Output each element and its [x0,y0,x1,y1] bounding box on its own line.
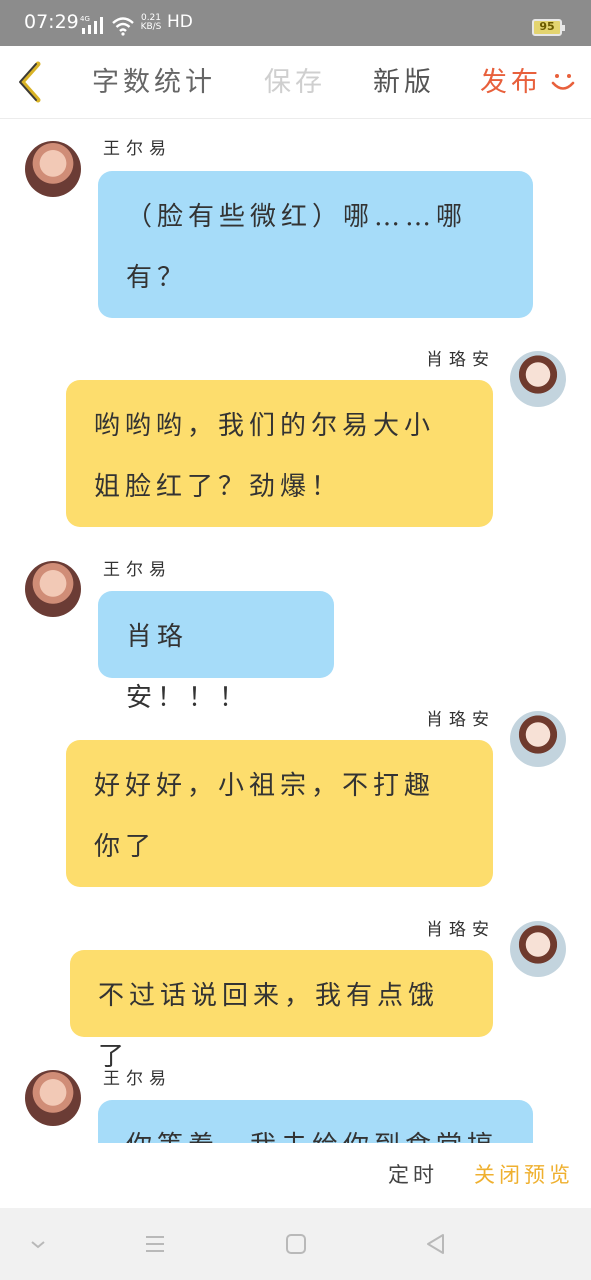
battery-level: 95 [539,20,555,33]
sender-name: 王尔易 [103,560,172,580]
publish-button[interactable]: 发布 [480,60,542,99]
sender-name: 肖珞安 [426,350,495,370]
save-button[interactable]: 保存 [264,60,326,99]
avatar[interactable] [510,711,566,767]
sender-name: 王尔易 [103,1069,172,1089]
word-count-button[interactable]: 字数统计 [92,60,216,99]
avatar[interactable] [25,561,81,617]
status-time: 07:29 [24,11,79,33]
wifi-icon [112,17,134,36]
message-bubble[interactable]: 肖珞安！！！ [98,591,334,713]
message-bubble[interactable]: 好好好，小祖宗，不打趣你了 [66,740,493,887]
editor-toolbar: 字数统计 保存 新版 发布 [0,46,591,119]
chevron-left-icon[interactable] [14,60,48,104]
chat-preview[interactable]: 王尔易 （脸有些微红）哪……哪有？ 肖珞安 哟哟哟，我们的尔易大小姐脸红了？劲爆… [0,119,591,1143]
sender-name: 肖珞安 [426,710,495,730]
message-bubble[interactable]: 哟哟哟，我们的尔易大小姐脸红了？劲爆！ [66,380,493,527]
speed-unit: KB/S [140,22,162,32]
message-bubble[interactable]: 不过话说回来，我有点饿了 [70,950,493,1072]
menu-icon[interactable] [143,1232,167,1256]
sender-name: 肖珞安 [426,920,495,940]
bottom-action-bar: 定时 关闭预览 [0,1143,591,1207]
message-bubble[interactable]: （脸有些微红）哪……哪有？ [98,171,533,318]
avatar[interactable] [510,921,566,977]
chevron-down-icon[interactable] [26,1232,50,1256]
message-bubble[interactable]: 你等着，我去给你到食堂搞 [98,1100,533,1143]
battery-icon: 95 [532,19,565,36]
square-home-icon[interactable] [284,1232,308,1256]
smile-icon [551,74,575,90]
network-speed: 0.21 KB/S [140,14,162,32]
close-preview-button[interactable]: 关闭预览 [474,1159,574,1189]
status-bar: 07:29 4G 0.21 KB/S HD 95 [0,0,591,46]
system-navigation-bar [0,1208,591,1280]
signal-icon: 4G [80,15,103,34]
schedule-button[interactable]: 定时 [388,1159,438,1189]
hd-indicator: HD [167,12,193,32]
triangle-back-icon[interactable] [424,1232,448,1256]
avatar[interactable] [25,1070,81,1126]
avatar[interactable] [510,351,566,407]
network-type: 4G [80,15,90,23]
new-version-button[interactable]: 新版 [373,60,435,99]
avatar[interactable] [25,141,81,197]
sender-name: 王尔易 [103,139,172,159]
